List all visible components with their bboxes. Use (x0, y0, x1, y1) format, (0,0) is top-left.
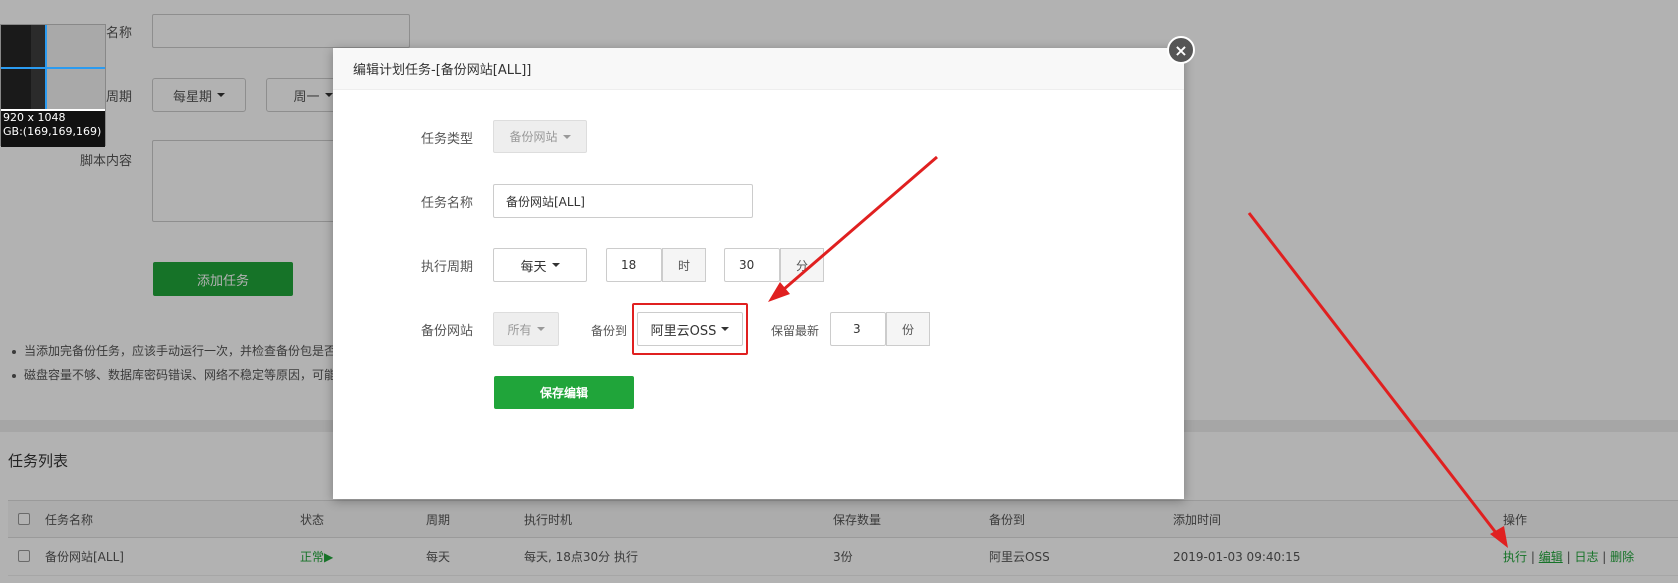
hour-input[interactable]: 18 (606, 248, 662, 282)
close-icon[interactable]: × (1167, 36, 1195, 64)
dest-select-label: 阿里云OSS (650, 323, 717, 339)
hour-value: 18 (621, 258, 637, 272)
keep-label: 保留最新 (770, 324, 819, 338)
preview-rgb: GB:(169,169,169) (3, 125, 102, 138)
save-edit-button[interactable]: 保存编辑 (494, 376, 634, 409)
name-label: 任务名称 (420, 196, 473, 211)
chevron-down-icon (562, 134, 571, 139)
period-select-label: 每天 (520, 259, 547, 275)
preview-info: 920 x 1048 GB:(169,169,169) (1, 111, 105, 147)
site-select-label: 所有 (507, 322, 532, 337)
keep-value: 3 (853, 322, 861, 336)
keep-input[interactable]: 3 (830, 312, 886, 346)
minute-input[interactable]: 30 (724, 248, 780, 282)
period-select[interactable]: 每天 (493, 248, 587, 282)
modal-title-text: 编辑计划任务-[备份网站[ALL]] (353, 63, 532, 78)
preview-size: 920 x 1048 (3, 111, 66, 124)
type-select[interactable]: 备份网站 (493, 120, 587, 153)
chevron-down-icon (721, 327, 730, 331)
minute-value: 30 (739, 258, 755, 272)
magnifier-view (1, 25, 105, 109)
name-input-value: 备份网站[ALL] (506, 194, 585, 209)
dest-select[interactable]: 阿里云OSS (637, 312, 743, 346)
minute-unit: 分 (780, 248, 824, 282)
color-picker-preview: 920 x 1048 GB:(169,169,169) (0, 24, 106, 147)
edit-task-modal: 编辑计划任务-[备份网站[ALL]] 任务类型 备份网站 任务名称 备份网站[A… (333, 48, 1184, 499)
hour-unit: 时 (662, 248, 706, 282)
modal-title: 编辑计划任务-[备份网站[ALL]] (333, 48, 1184, 90)
keep-unit: 份 (886, 312, 930, 346)
name-input[interactable]: 备份网站[ALL] (493, 184, 753, 218)
type-label: 任务类型 (420, 132, 473, 147)
chevron-down-icon (536, 327, 545, 331)
type-select-label: 备份网站 (509, 130, 558, 144)
site-label: 备份网站 (420, 324, 473, 339)
dest-label: 备份到 (590, 324, 627, 338)
chevron-down-icon (551, 263, 560, 267)
period-label: 执行周期 (420, 260, 473, 275)
site-select[interactable]: 所有 (493, 312, 559, 346)
